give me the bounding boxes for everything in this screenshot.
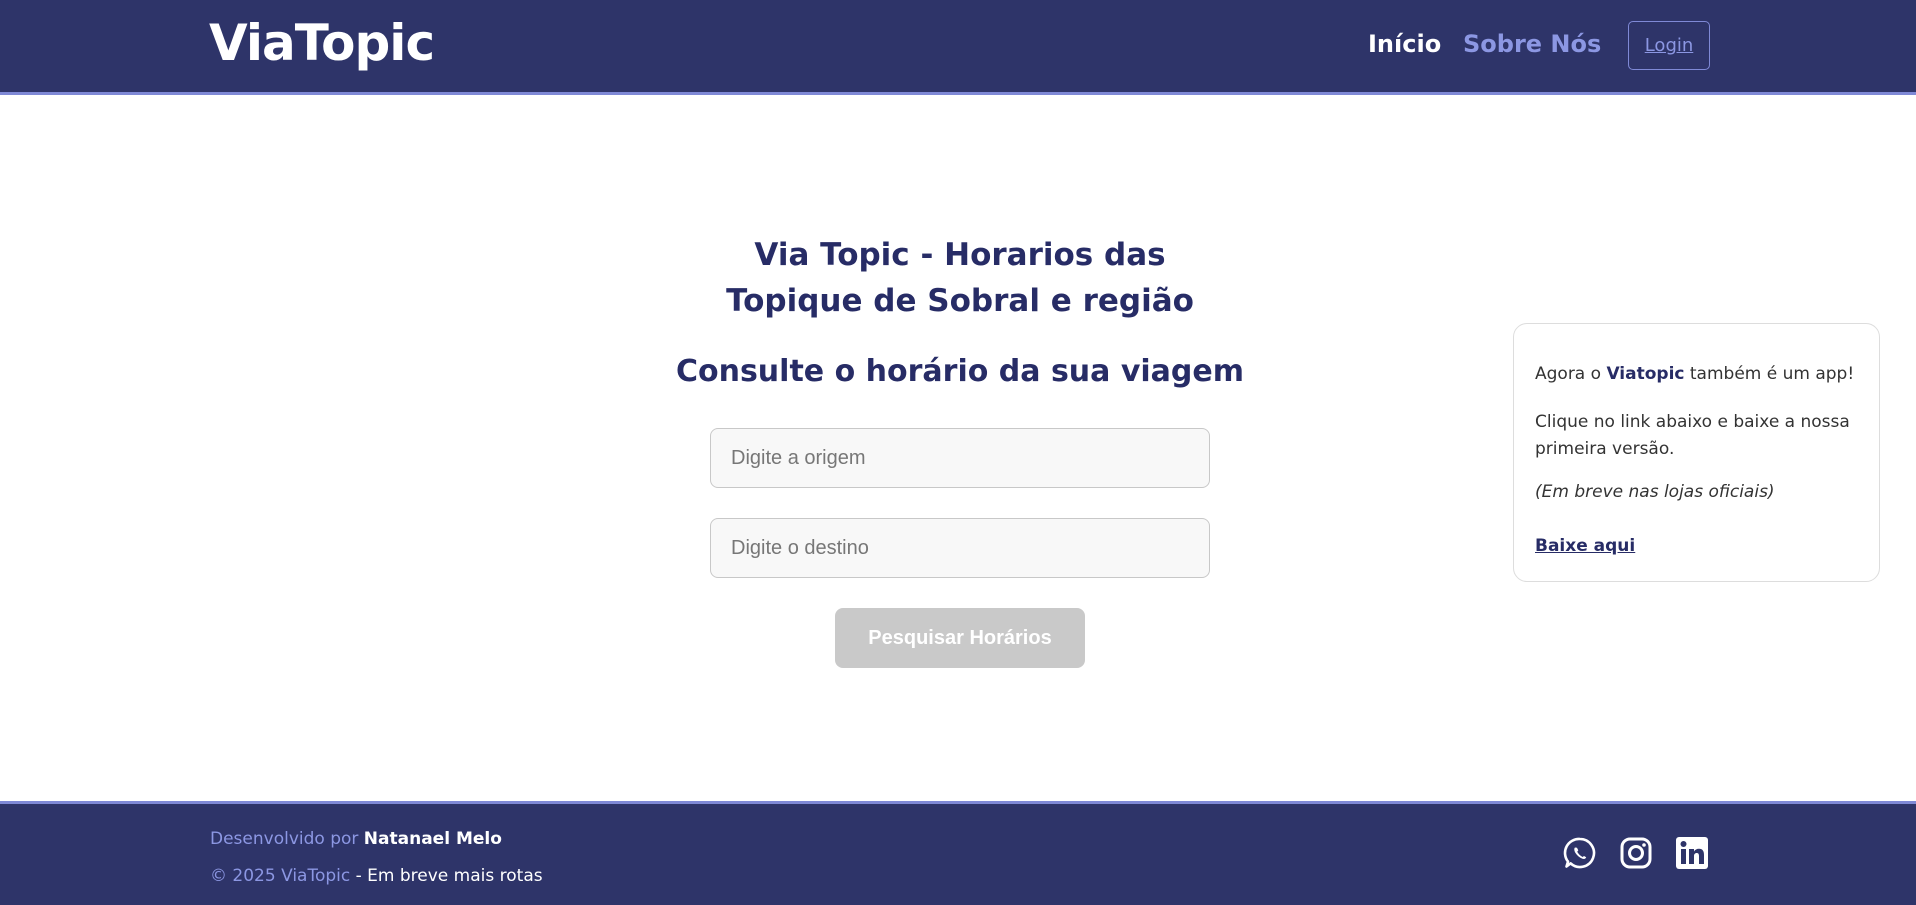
search-schedules-button[interactable]: Pesquisar Horários	[835, 608, 1085, 668]
destination-input[interactable]	[710, 518, 1210, 578]
developer-credit: Desenvolvido por Natanael Melo	[210, 829, 502, 849]
brand-logo[interactable]: ViaTopic	[209, 14, 435, 72]
app-promo-card: Agora o Viatopic também é um app! Clique…	[1513, 323, 1880, 582]
search-heading: Consulte o horário da sua viagem	[675, 354, 1245, 389]
origin-input[interactable]	[710, 428, 1210, 488]
app-promo-description: Clique no link abaixo e baixe a nossa pr…	[1535, 412, 1850, 459]
nav-link-home[interactable]: Início	[1368, 30, 1441, 58]
whatsapp-icon[interactable]	[1563, 836, 1597, 870]
app-store-note: (Em breve nas lojas oficiais)	[1535, 482, 1775, 502]
login-button[interactable]: Login	[1628, 21, 1710, 70]
app-name: Viatopic	[1606, 364, 1685, 384]
copyright-text: © 2025 ViaTopic - Em breve mais rotas	[210, 866, 543, 886]
top-navbar: ViaTopic Início Sobre Nós Login	[0, 0, 1916, 95]
developer-name: Natanael Melo	[363, 829, 502, 849]
app-promo-text: Agora o Viatopic também é um app!	[1535, 364, 1855, 384]
instagram-icon[interactable]	[1619, 836, 1653, 870]
footer: Desenvolvido por Natanael Melo © 2025 Vi…	[0, 801, 1916, 905]
download-app-link[interactable]: Baixe aqui	[1535, 536, 1635, 556]
nav-link-about[interactable]: Sobre Nós	[1463, 30, 1601, 58]
linkedin-icon[interactable]	[1675, 836, 1709, 870]
page-title: Via Topic - Horarios das Topique de Sobr…	[726, 237, 1194, 319]
